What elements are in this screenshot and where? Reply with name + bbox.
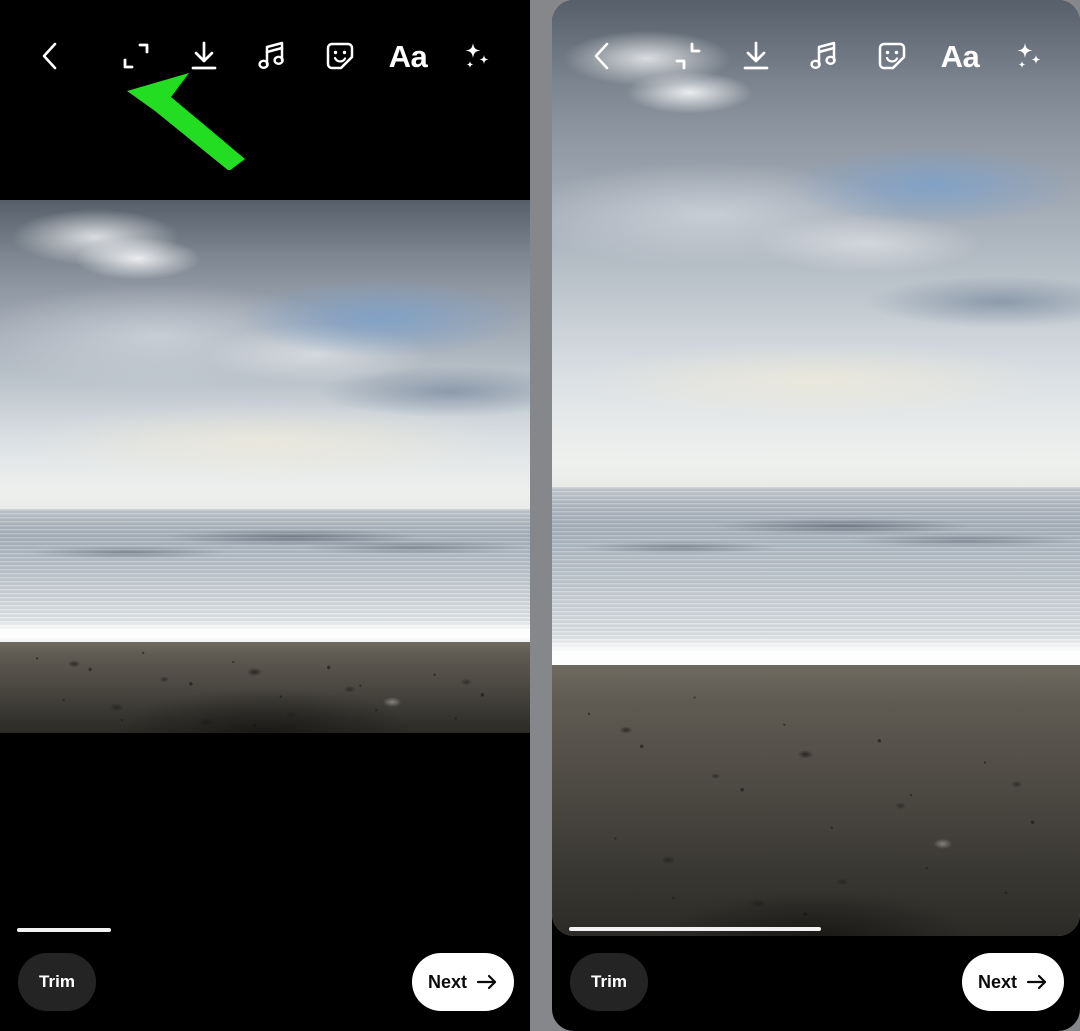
download-icon	[743, 41, 769, 70]
sticker-smiley-icon	[326, 42, 354, 70]
video-progress-fill	[17, 928, 112, 932]
text-icon: Aa	[940, 38, 980, 74]
text-button[interactable]: Aa	[936, 32, 984, 80]
chevron-left-icon	[42, 42, 57, 70]
music-button[interactable]	[800, 32, 848, 80]
editor-toolbar-left: Aa	[0, 28, 530, 84]
music-note-icon	[810, 41, 836, 69]
photo-sky-left	[0, 200, 530, 510]
trim-label: Trim	[39, 972, 75, 991]
music-note-icon	[258, 41, 284, 69]
trim-button[interactable]: Trim	[18, 953, 96, 1011]
trim-label: Trim	[591, 972, 627, 991]
arrow-right-icon	[476, 974, 498, 990]
editor-bottom-bar-left: Trim Next	[0, 928, 530, 1031]
aspect-ratio-collapse-button[interactable]	[664, 32, 712, 80]
video-progress-track[interactable]	[17, 928, 513, 932]
panel-left: Aa Trim Next	[0, 0, 530, 1031]
effects-button[interactable]	[452, 32, 500, 80]
photo-pebbles-left	[0, 642, 530, 733]
photo-sand-left	[0, 642, 530, 733]
text-button[interactable]: Aa	[384, 32, 432, 80]
next-label: Next	[977, 971, 1017, 992]
arrow-right-icon	[1026, 974, 1048, 990]
editor-toolbar-right: Aa	[552, 28, 1080, 84]
sticker-smiley-icon	[878, 42, 906, 70]
photo-sea-left	[0, 509, 530, 638]
collapse-icon	[675, 42, 701, 70]
green-pointer-arrow	[122, 72, 252, 175]
media-preview-left[interactable]	[0, 200, 530, 733]
sticker-button[interactable]	[316, 32, 364, 80]
back-button[interactable]	[26, 32, 74, 80]
comparison-screenshot: Aa Trim Next Aa Trim Next	[0, 0, 1080, 1031]
panel-right: Aa Trim Next	[552, 0, 1080, 1031]
back-button[interactable]	[578, 32, 626, 80]
sticker-button[interactable]	[868, 32, 916, 80]
next-label: Next	[427, 971, 467, 992]
photo-sand-right	[552, 664, 1080, 936]
effects-button[interactable]	[1004, 32, 1052, 80]
photo-pebbles-right	[552, 664, 1080, 936]
media-preview-right[interactable]	[552, 0, 1080, 936]
music-button[interactable]	[248, 32, 296, 80]
trim-button[interactable]: Trim	[570, 953, 648, 1011]
sparkles-icon	[465, 43, 489, 68]
download-button[interactable]	[180, 32, 228, 80]
aspect-ratio-expand-button[interactable]	[112, 32, 160, 80]
video-progress-track[interactable]	[569, 927, 1063, 931]
next-button[interactable]: Next	[962, 953, 1064, 1011]
expand-icon	[123, 43, 149, 69]
download-button[interactable]	[732, 32, 780, 80]
next-button[interactable]: Next	[412, 953, 514, 1011]
chevron-left-icon	[594, 42, 609, 70]
text-icon: Aa	[388, 38, 428, 74]
editor-bottom-bar-right: Trim Next	[552, 927, 1080, 1031]
sparkles-icon	[1017, 43, 1041, 68]
video-progress-fill	[569, 927, 821, 931]
download-icon	[191, 41, 217, 70]
